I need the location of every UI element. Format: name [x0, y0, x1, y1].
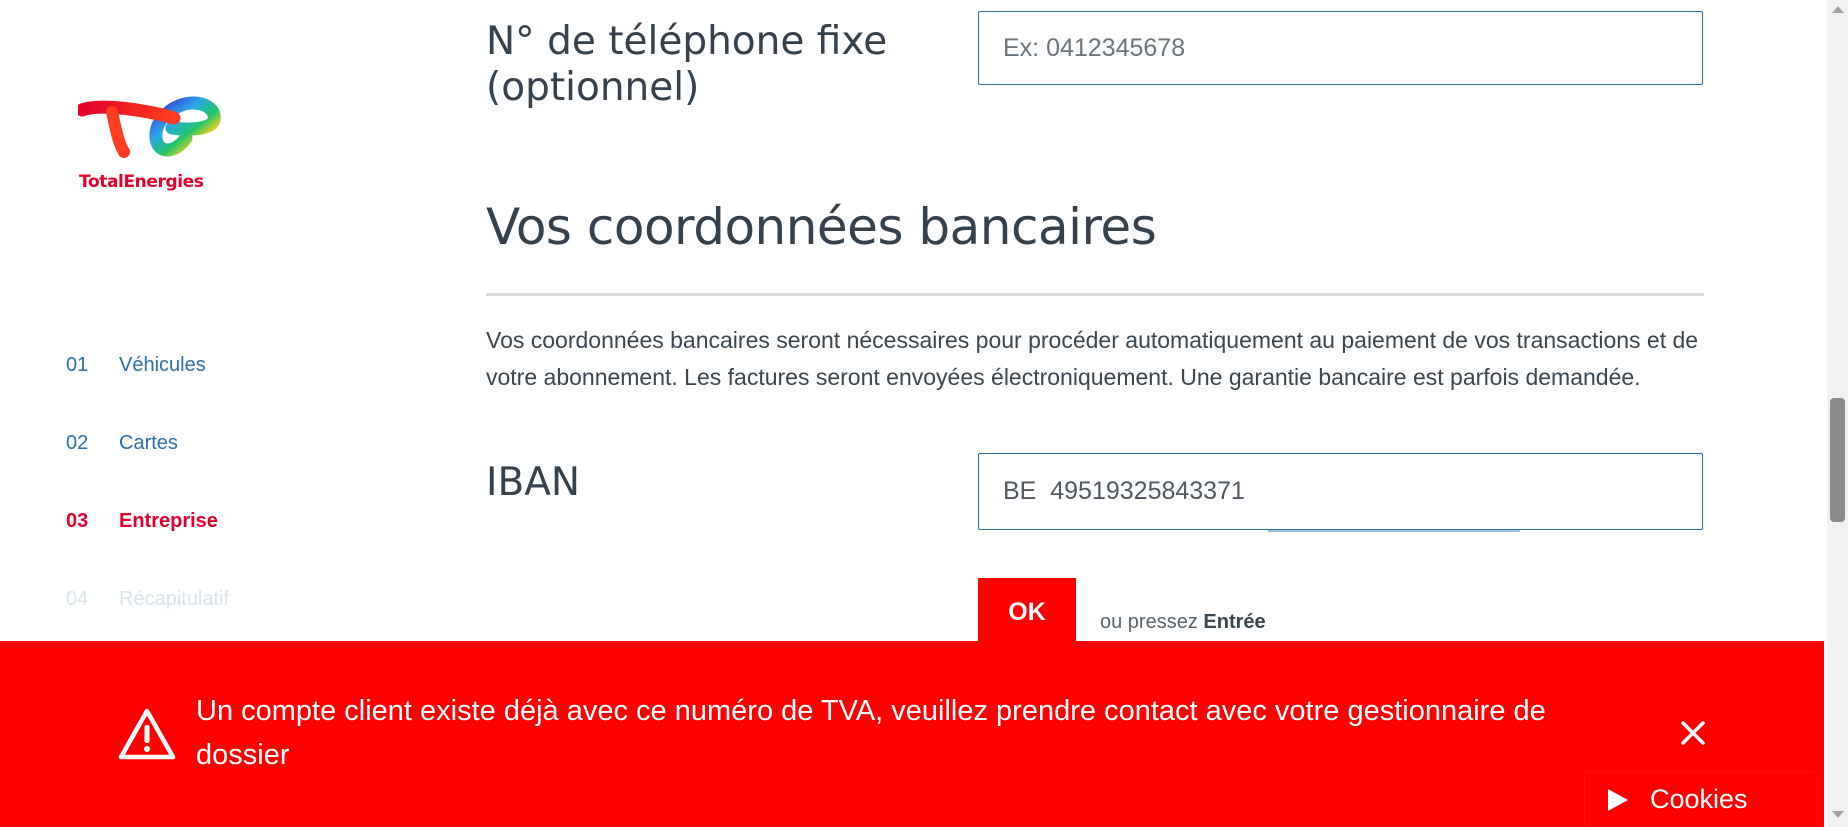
- close-icon[interactable]: [1678, 718, 1708, 748]
- logo-icon: [78, 96, 221, 158]
- step-number: 04: [66, 588, 89, 610]
- alert-message: Un compte client existe déjà avec ce num…: [196, 695, 1546, 771]
- phone-label: N° de téléphone fixe (optionnel): [486, 19, 888, 110]
- scroll-up-arrow-icon[interactable]: [1832, 6, 1844, 13]
- cookies-label: Cookies: [1650, 784, 1748, 814]
- play-icon: [1608, 789, 1628, 811]
- enter-hint-key: Entrée: [1203, 611, 1266, 633]
- step-label: Cartes: [119, 432, 178, 454]
- section-divider: [486, 293, 1704, 296]
- iban-focus-underline: [1268, 530, 1520, 532]
- phone-input[interactable]: [978, 11, 1703, 85]
- bank-description: Vos coordonnées bancaires seront nécessa…: [486, 327, 1699, 390]
- scroll-down-arrow-icon[interactable]: [1832, 811, 1844, 818]
- enter-hint: ou pressez Entrée: [1100, 611, 1266, 634]
- totalenergies-logo[interactable]: TotalEnergies: [78, 90, 228, 192]
- iban-input[interactable]: [978, 453, 1703, 530]
- warning-icon: [118, 708, 176, 760]
- step-number: 01: [66, 354, 89, 376]
- iban-label: IBAN: [486, 460, 581, 505]
- step-label: Entreprise: [119, 510, 218, 532]
- error-alert: Un compte client existe déjà avec ce num…: [0, 641, 1824, 827]
- bank-section-title: Vos coordonnées bancaires: [486, 198, 1157, 256]
- step-number: 03: [66, 510, 89, 532]
- enter-hint-prefix: ou pressez: [1100, 611, 1198, 633]
- scroll-thumb[interactable]: [1830, 398, 1845, 522]
- scrollbar[interactable]: [1827, 0, 1848, 827]
- ok-button[interactable]: OK: [978, 578, 1076, 646]
- step-number: 02: [66, 432, 89, 454]
- step-label: Récapitulatif: [119, 588, 230, 610]
- cookies-button[interactable]: Cookies: [1585, 773, 1817, 827]
- logo-text: TotalEnergies: [79, 172, 204, 192]
- step-label: Véhicules: [119, 354, 206, 376]
